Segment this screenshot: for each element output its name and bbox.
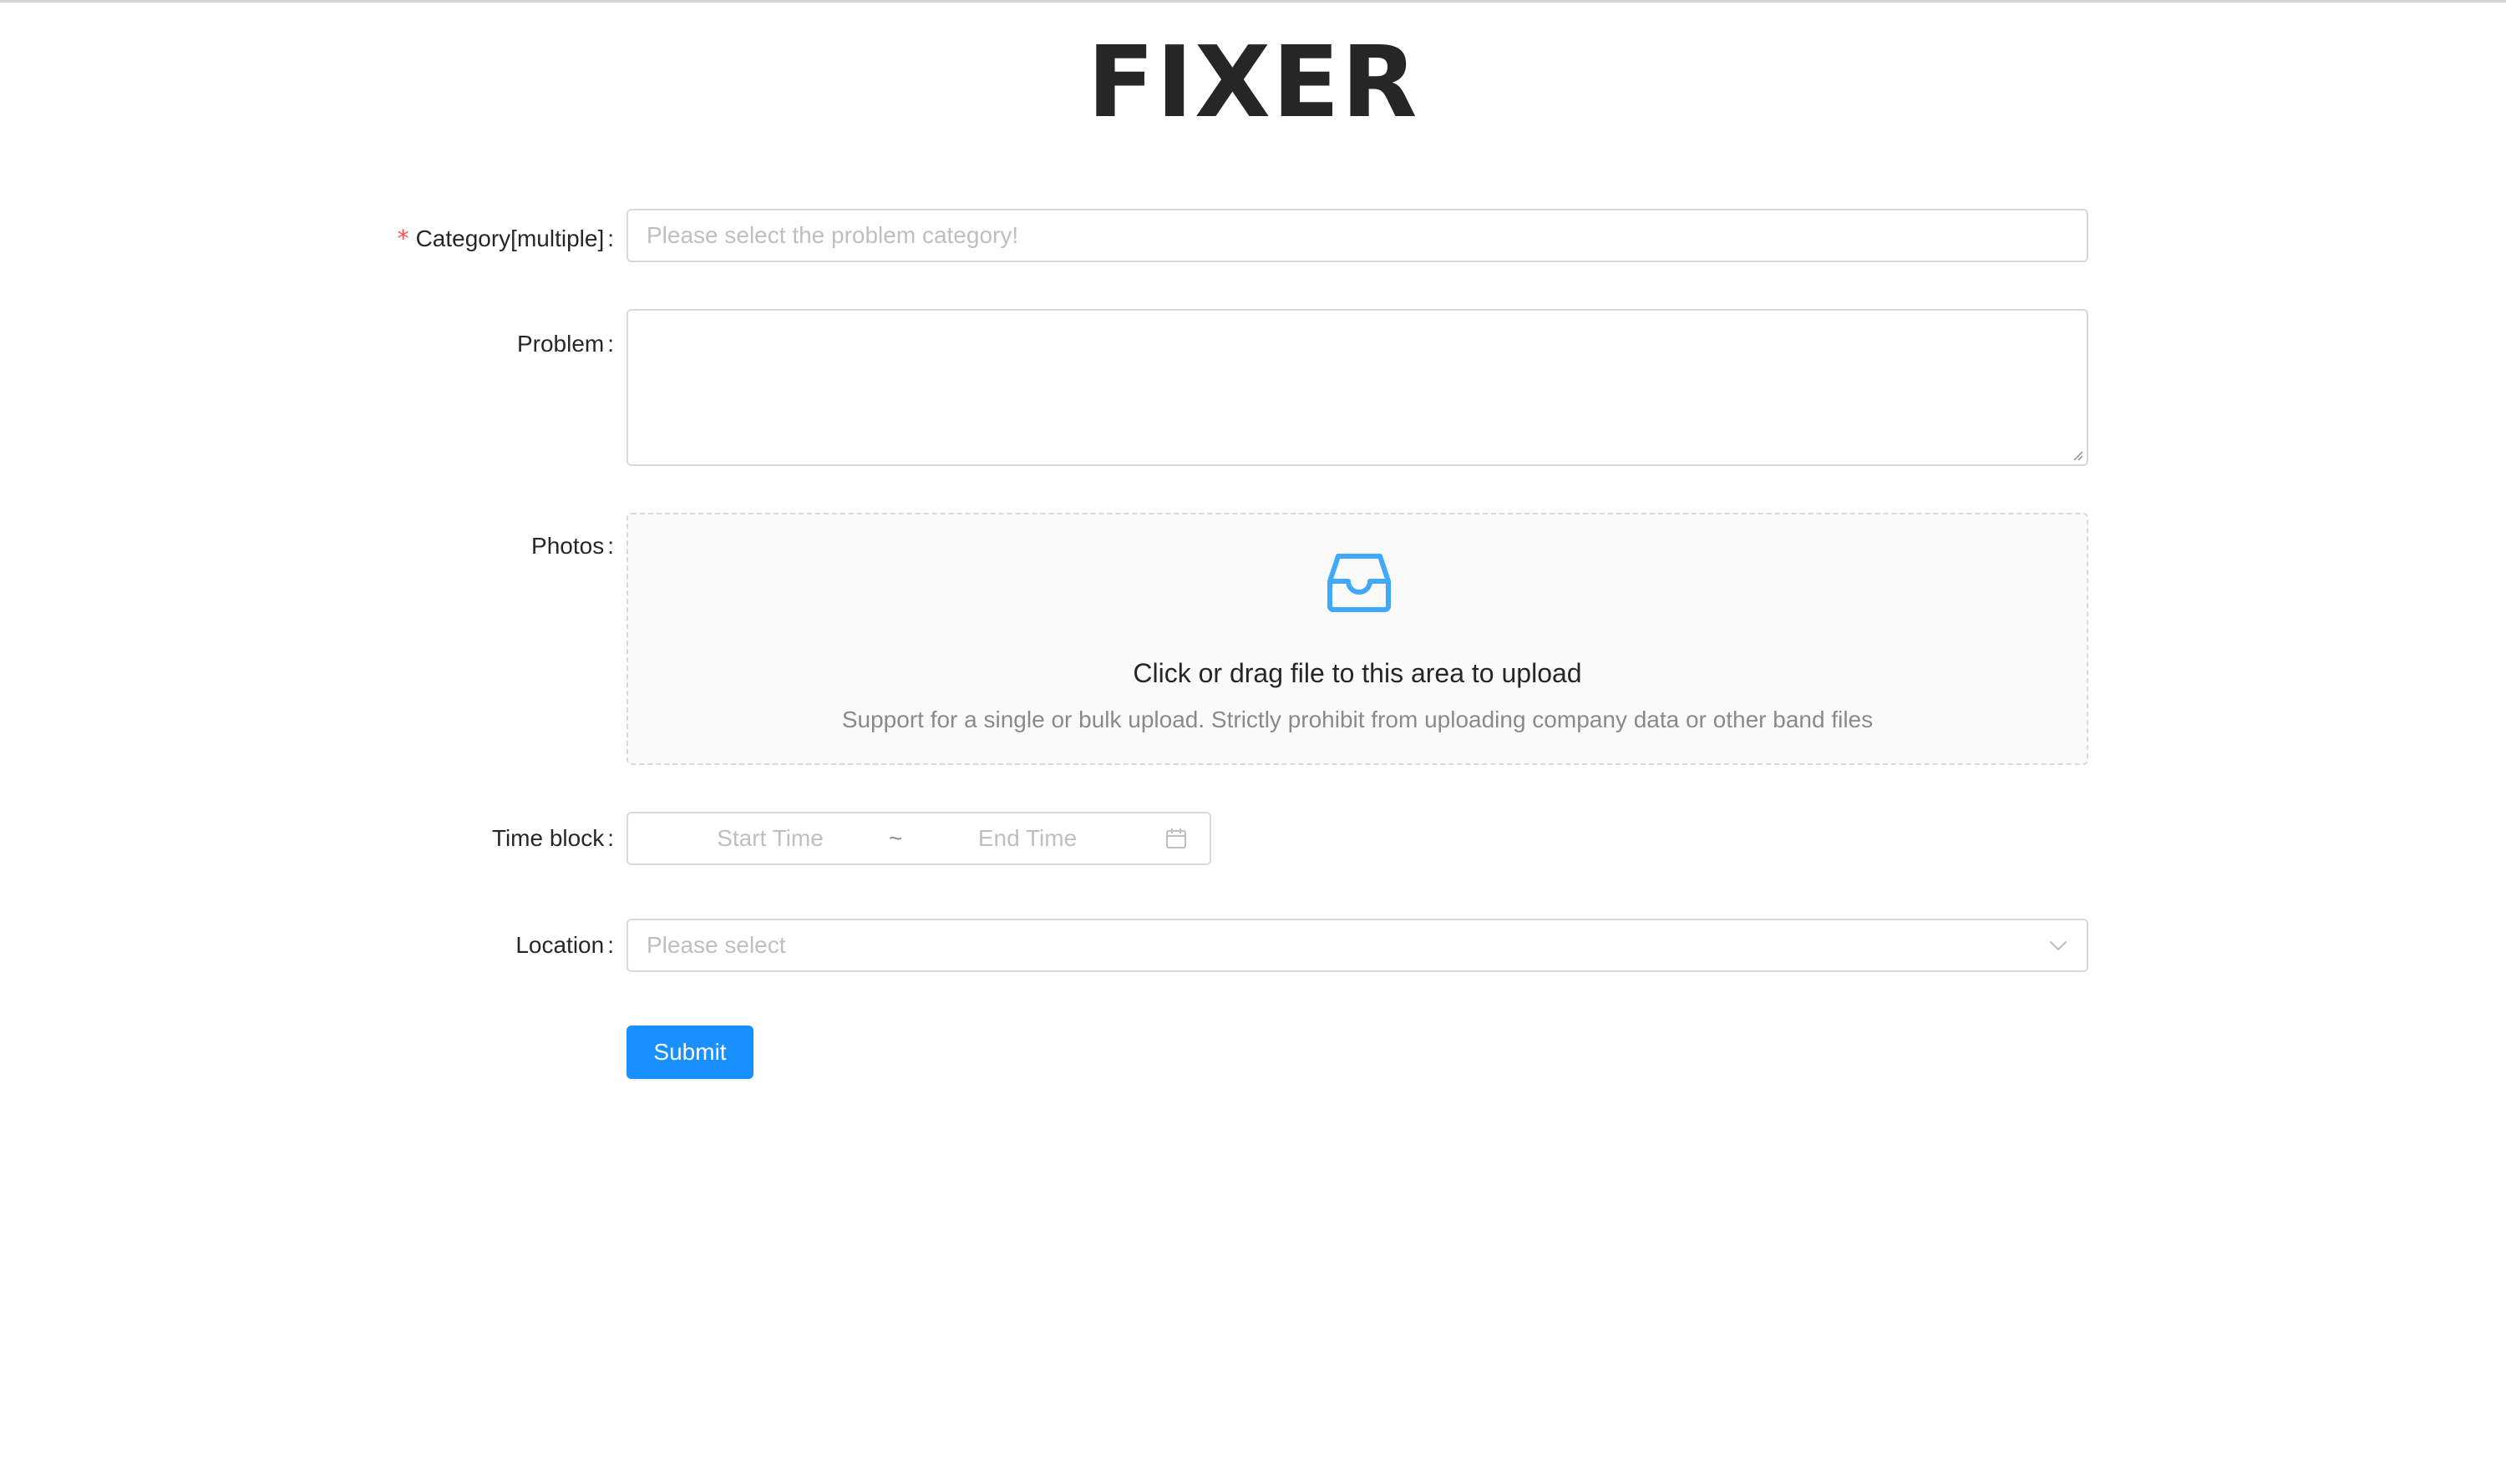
label-colon: :	[607, 825, 614, 851]
problem-label: Problem:	[517, 327, 614, 361]
location-placeholder: Please select	[647, 932, 786, 958]
label-colon: :	[607, 932, 614, 958]
time-range-picker[interactable]: Start Time ~ End Time	[626, 812, 1211, 865]
time-block-label-text: Time block	[491, 825, 605, 851]
chevron-down-icon	[2049, 940, 2067, 951]
start-time-input[interactable]: Start Time	[678, 813, 862, 864]
upload-text: Click or drag file to this area to uploa…	[1133, 658, 1582, 688]
inbox-icon	[1327, 554, 1391, 612]
location-label-text: Location	[515, 932, 605, 958]
category-label-text: Category[multiple]	[415, 225, 605, 251]
app-title: FIXER	[1087, 24, 1419, 139]
label-colon: :	[607, 533, 614, 559]
location-select[interactable]: Please select	[626, 919, 2088, 972]
resize-handle-icon[interactable]	[2072, 449, 2083, 461]
range-separator: ~	[889, 825, 903, 851]
upload-hint: Support for a single or bulk upload. Str…	[841, 707, 1874, 732]
problem-label-text: Problem	[516, 331, 605, 357]
label-colon: :	[607, 225, 614, 251]
time-block-label: Time block:	[492, 822, 614, 855]
photos-label: Photos:	[531, 529, 614, 563]
label-colon: :	[607, 331, 614, 357]
top-divider	[0, 0, 2506, 3]
category-input[interactable]	[628, 210, 2087, 261]
upload-dropzone[interactable]: Click or drag file to this area to uploa…	[626, 513, 2088, 765]
required-mark: *	[397, 225, 409, 252]
photos-label-text: Photos	[531, 533, 605, 559]
category-select[interactable]	[626, 209, 2088, 262]
calendar-icon[interactable]	[1164, 827, 1188, 850]
category-label: * Category[multiple]:	[398, 222, 614, 256]
problem-textarea-wrapper	[626, 309, 2088, 466]
submit-button[interactable]: Submit	[626, 1026, 753, 1079]
problem-textarea[interactable]	[628, 311, 2087, 464]
location-label: Location:	[515, 929, 614, 962]
end-time-input[interactable]: End Time	[936, 813, 1119, 864]
